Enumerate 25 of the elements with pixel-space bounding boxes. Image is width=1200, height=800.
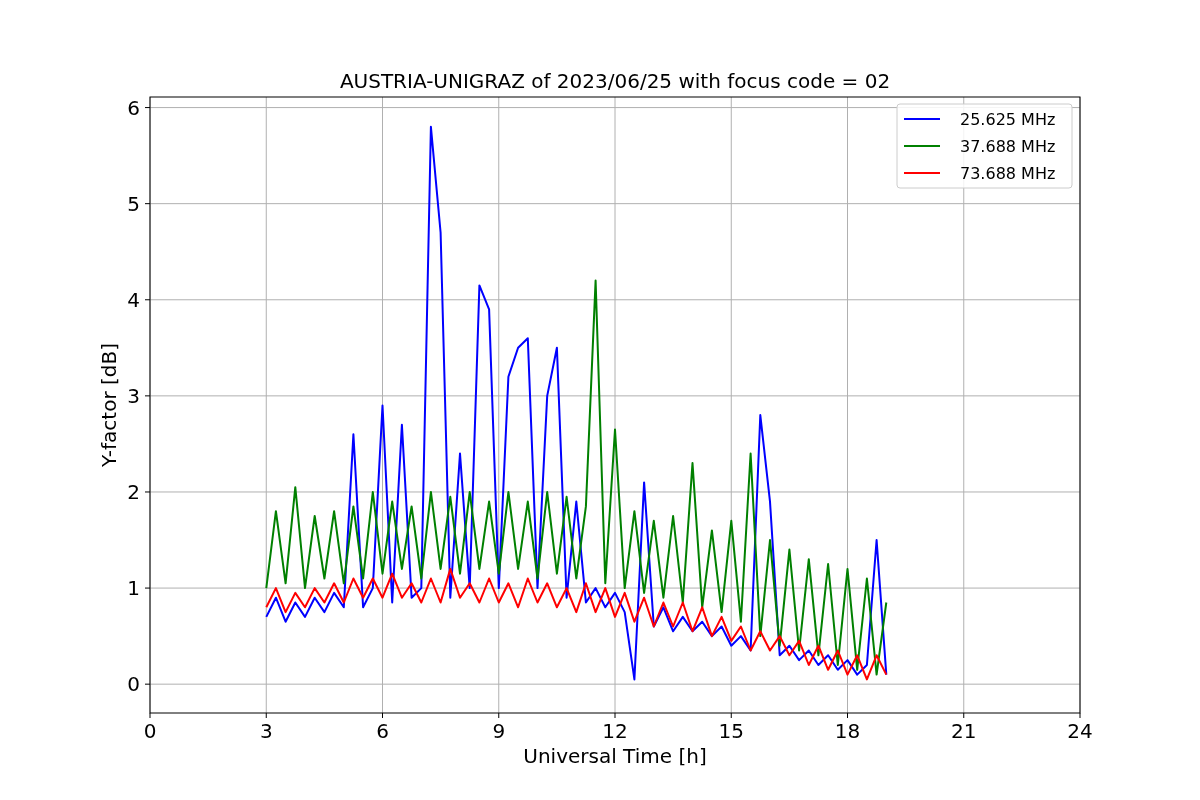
legend-line (903, 172, 941, 174)
legend-label: 25.625 MHz (960, 110, 1056, 129)
tick-label: 9 (492, 719, 506, 743)
tick-label: 18 (834, 719, 861, 743)
tick-label: 0 (127, 672, 140, 697)
tick-label: 15 (718, 719, 744, 743)
legend-label: 73.688 MHz (960, 164, 1056, 183)
legend-line (903, 118, 941, 120)
tick-label: 5 (127, 191, 140, 216)
legend-line (903, 145, 941, 147)
axis-label: Y-factor [dB] (97, 343, 121, 467)
tick-label: 12 (602, 719, 628, 743)
tick-label: 2 (127, 479, 140, 504)
tick-label: 24 (1067, 719, 1093, 743)
tick-label: 0 (143, 719, 157, 743)
chart-title: AUSTRIA-UNIGRAZ of 2023/06/25 with focus code = 02 (339, 69, 891, 93)
axis-label: Universal Time [h] (523, 744, 707, 768)
legend-label: 37.688 MHz (960, 137, 1056, 156)
tick-label: 21 (951, 719, 977, 743)
tick-label: 6 (127, 95, 140, 120)
tick-label: 6 (376, 719, 389, 743)
tick-label: 3 (127, 383, 140, 408)
tick-label: 4 (127, 287, 140, 312)
tick-label: 3 (259, 719, 273, 743)
tick-label: 1 (127, 576, 140, 601)
